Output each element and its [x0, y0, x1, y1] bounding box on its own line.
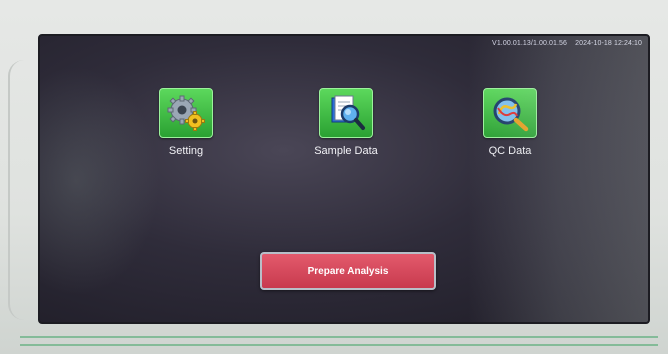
bezel-line	[20, 344, 658, 346]
qc-data-label[interactable]: QC Data	[460, 145, 560, 157]
prepare-analysis-button[interactable]: Prepare Analysis	[260, 252, 436, 290]
device-casing: V1.00.01.13/1.00.01.56 2024-10-18 12:24:…	[0, 0, 668, 354]
datetime-text: 2024-10-18 12:24:10	[575, 40, 642, 47]
sample-data-label[interactable]: Sample Data	[296, 145, 396, 157]
setting-tile[interactable]: Setting	[136, 88, 236, 157]
device-edge	[8, 60, 38, 320]
qc-data-tile[interactable]: QC Data	[460, 88, 560, 157]
version-text: V1.00.01.13/1.00.01.56	[492, 40, 568, 47]
sample-data-button[interactable]	[319, 88, 373, 138]
touch-screen: V1.00.01.13/1.00.01.56 2024-10-18 12:24:…	[38, 34, 650, 324]
qc-magnifier-icon	[493, 97, 529, 132]
status-bar: V1.00.01.13/1.00.01.56 2024-10-18 12:24:…	[486, 40, 642, 47]
setting-label[interactable]: Setting	[136, 145, 236, 157]
bezel-line	[20, 336, 658, 338]
qc-data-button[interactable]	[483, 88, 537, 138]
gears-icon	[167, 95, 205, 131]
setting-button[interactable]	[159, 88, 213, 138]
screen-glare	[468, 36, 648, 322]
magnifier-document-icon	[331, 95, 365, 130]
prepare-analysis-label: Prepare Analysis	[307, 265, 389, 277]
sample-data-tile[interactable]: Sample Data	[296, 88, 396, 157]
